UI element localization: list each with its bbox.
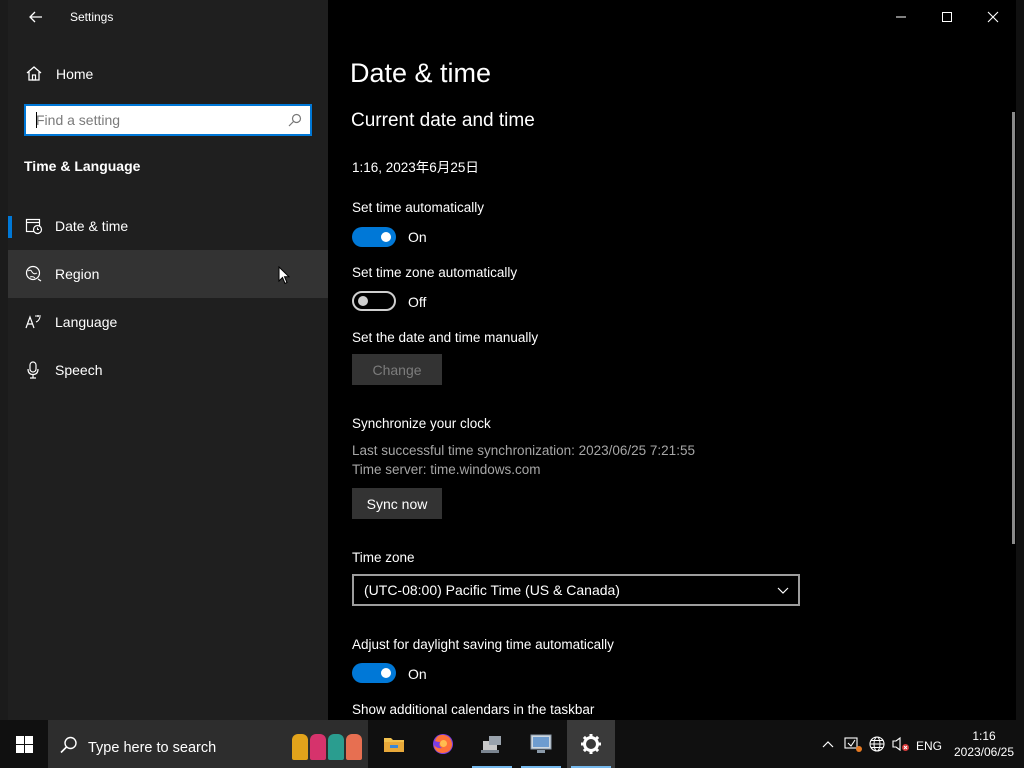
sidebar-item-label: Region — [55, 266, 100, 282]
tray-action-center-icon[interactable] — [842, 720, 864, 768]
notification-alert-icon — [844, 737, 862, 752]
taskbar-file-explorer[interactable] — [370, 720, 418, 768]
dst-label: Adjust for daylight saving time automati… — [352, 637, 614, 652]
sidebar-item-label: Speech — [55, 362, 103, 378]
file-explorer-icon — [384, 738, 404, 752]
sidebar-item-date-time[interactable]: Date & time — [8, 202, 328, 250]
selection-indicator — [8, 216, 12, 238]
window-title: Settings — [70, 10, 114, 24]
taskbar: Type here to search ENG 1:16 2023/06/25 — [0, 720, 1024, 768]
desktop-edge — [0, 0, 8, 720]
toggle-knob — [381, 668, 391, 678]
input-language-indicator[interactable]: ENG — [916, 739, 942, 753]
computer-app-icon — [530, 734, 552, 753]
text-caret — [36, 112, 37, 128]
dst-state: On — [408, 666, 427, 682]
taskbar-computer-app[interactable] — [517, 720, 565, 768]
search-input[interactable] — [26, 106, 266, 134]
globe-network-icon — [869, 736, 885, 752]
toggle-knob — [358, 296, 368, 306]
volume-muted-icon — [892, 736, 909, 752]
timezone-dropdown[interactable]: (UTC-08:00) Pacific Time (US & Canada) — [352, 574, 800, 606]
find-setting-search[interactable] — [24, 104, 312, 136]
maximize-button[interactable] — [924, 0, 970, 34]
clock-date: 2023/06/25 — [953, 745, 1015, 759]
sidebar-item-home[interactable]: Home — [8, 56, 328, 92]
close-button[interactable] — [970, 0, 1016, 34]
set-tz-auto-toggle[interactable] — [352, 291, 396, 311]
mouse-cursor-icon — [278, 266, 290, 285]
timezone-label: Time zone — [352, 550, 415, 565]
set-time-auto-label: Set time automatically — [352, 200, 485, 215]
settings-gear-icon — [581, 734, 601, 754]
maximize-icon — [942, 12, 952, 22]
taskbar-clock[interactable]: 1:16 2023/06/25 — [948, 728, 1020, 760]
show-hidden-icons-button[interactable] — [818, 720, 838, 768]
set-tz-auto-state: Off — [408, 294, 427, 310]
toggle-knob — [381, 232, 391, 242]
timezone-value: (UTC-08:00) Pacific Time (US & Canada) — [364, 582, 620, 598]
main-content: Date & time Current date and time 1:16, … — [328, 0, 1016, 720]
firefox-icon — [433, 734, 453, 754]
back-button[interactable] — [16, 4, 56, 30]
scrollbar[interactable] — [1012, 112, 1015, 544]
sidebar-item-language[interactable]: Language — [8, 298, 328, 346]
language-icon — [25, 315, 41, 329]
minimize-button[interactable] — [878, 0, 924, 34]
sync-server: Time server: time.windows.com — [352, 462, 541, 477]
taskbar-search-box[interactable]: Type here to search — [48, 720, 368, 768]
current-datetime: 1:16, 2023年6月25日 — [352, 160, 479, 175]
title-bar: Settings — [8, 0, 328, 34]
sidebar-item-label: Date & time — [55, 218, 129, 234]
sync-heading: Synchronize your clock — [352, 416, 491, 431]
search-icon[interactable] — [288, 113, 302, 127]
tray-volume-icon[interactable] — [890, 720, 912, 768]
set-tz-auto-label: Set time zone automatically — [352, 265, 518, 280]
start-button[interactable] — [0, 720, 48, 768]
set-manual-label: Set the date and time manually — [352, 330, 539, 345]
close-icon — [987, 11, 999, 23]
back-arrow-icon — [29, 11, 42, 23]
clock-time: 1:16 — [972, 729, 996, 743]
section-title: Time & Language — [24, 158, 141, 174]
windows-logo-icon — [15, 735, 33, 753]
sync-now-button[interactable]: Sync now — [352, 488, 442, 519]
change-button[interactable]: Change — [352, 354, 442, 385]
tray-network-icon[interactable] — [866, 720, 888, 768]
section-current-date-time: Current date and time — [351, 110, 535, 131]
set-time-auto-toggle[interactable] — [352, 227, 396, 247]
dst-toggle[interactable] — [352, 663, 396, 683]
settings-window: Settings Home Time & Language Date & tim… — [0, 0, 1024, 720]
calendar-clock-icon — [25, 218, 43, 235]
desktop-edge-right — [1016, 0, 1024, 720]
sync-last-time: Last successful time synchronization: 20… — [352, 443, 695, 458]
microphone-icon — [27, 361, 39, 379]
minimize-icon — [896, 16, 906, 18]
search-icon — [60, 736, 77, 754]
set-time-auto-state: On — [408, 229, 427, 245]
globe-icon — [25, 265, 42, 282]
additional-calendars-label: Show additional calendars in the taskbar — [352, 702, 595, 717]
sidebar-item-label: Home — [56, 66, 94, 82]
sidebar-item-region[interactable]: Region — [8, 250, 328, 298]
sidebar-item-speech[interactable]: Speech — [8, 346, 328, 394]
chevron-up-icon — [822, 741, 834, 748]
sidebar: Settings Home Time & Language Date & tim… — [8, 0, 328, 720]
taskbar-search-placeholder: Type here to search — [88, 740, 217, 756]
taskbar-settings[interactable] — [567, 720, 615, 768]
home-icon — [26, 66, 42, 81]
search-highlight-image — [292, 734, 366, 760]
network-app-icon — [481, 736, 501, 753]
taskbar-firefox[interactable] — [419, 720, 467, 768]
chevron-down-icon — [777, 587, 789, 594]
taskbar-network-app[interactable] — [468, 720, 516, 768]
page-title: Date & time — [350, 58, 492, 88]
sidebar-item-label: Language — [55, 314, 118, 330]
